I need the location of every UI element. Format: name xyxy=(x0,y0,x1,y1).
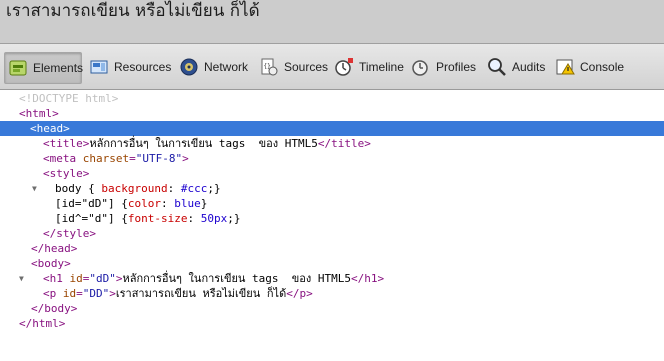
tab-timeline[interactable]: Timeline xyxy=(331,52,404,82)
network-icon xyxy=(178,56,200,78)
css-rule-body[interactable]: body { background: #ccc;} xyxy=(0,181,664,196)
css-rule-id-prefix-d[interactable]: [id^="d"] {font-size: 50px;} xyxy=(0,211,664,226)
tab-sources-label: Sources xyxy=(284,60,329,74)
dom-body-open[interactable]: ▼ <body> xyxy=(0,256,664,283)
css-rule-id-dD[interactable]: [id="dD"] {color: blue} xyxy=(0,196,664,211)
dom-head-close[interactable]: </head> xyxy=(0,241,664,256)
tab-console-label: Console xyxy=(580,60,625,74)
dom-style-close[interactable]: </style> xyxy=(0,226,664,241)
tab-audits[interactable]: Audits xyxy=(484,52,545,82)
console-icon xyxy=(554,56,576,78)
dom-head-open[interactable]: ▼ <head> xyxy=(0,121,664,148)
rendered-paragraph: เราสามารถเขียน หรือไม่เขียน ก็ได้ xyxy=(6,1,260,21)
dom-html-open[interactable]: ▼ <html> xyxy=(0,106,664,133)
dom-h1[interactable]: <h1 id="dD">หลักการอื่นๆ ในการเขียน tags… xyxy=(0,271,664,286)
dom-style-open[interactable]: ▼ <style> xyxy=(0,166,664,193)
sources-icon: {} xyxy=(258,56,280,78)
resources-icon xyxy=(88,56,110,78)
tab-timeline-label: Timeline xyxy=(359,60,404,74)
tab-profiles[interactable]: Profiles xyxy=(408,52,476,82)
tab-sources[interactable]: {} Sources xyxy=(256,52,328,82)
dom-html-close[interactable]: </html> xyxy=(0,316,664,331)
dom-body-close[interactable]: </body> xyxy=(0,301,664,316)
tab-audits-label: Audits xyxy=(512,60,546,74)
dom-tree: <!DOCTYPE html> ▼ <html> ▼ <head> <title… xyxy=(0,91,664,330)
tab-network-label: Network xyxy=(204,60,249,74)
dom-doctype[interactable]: <!DOCTYPE html> xyxy=(0,91,664,106)
tab-resources[interactable]: Resources xyxy=(86,52,171,82)
dom-meta[interactable]: <meta charset="UTF-8"> xyxy=(0,151,664,166)
page-render-area: เราสามารถเขียน หรือไม่เขียน ก็ได้ xyxy=(0,0,664,43)
tab-profiles-label: Profiles xyxy=(436,60,477,74)
elements-icon xyxy=(7,57,29,79)
tab-elements-label: Elements xyxy=(33,61,84,75)
tab-elements[interactable]: Elements xyxy=(4,52,84,84)
timeline-icon xyxy=(333,56,355,78)
profiles-icon xyxy=(410,56,432,78)
tab-network[interactable]: Network xyxy=(176,52,248,82)
tab-console[interactable]: Console xyxy=(552,52,624,82)
tab-resources-label: Resources xyxy=(114,60,172,74)
dom-p[interactable]: <p id="DD">เราสามารถเขียน หรือไม่เขียน ก… xyxy=(0,286,664,301)
dom-title[interactable]: <title>หลักการอื่นๆ ในการเขียน tags ของ … xyxy=(0,136,664,151)
devtools-toolbar: Elements Resources Network {} Sources Ti… xyxy=(0,43,664,90)
audits-icon xyxy=(486,56,508,78)
